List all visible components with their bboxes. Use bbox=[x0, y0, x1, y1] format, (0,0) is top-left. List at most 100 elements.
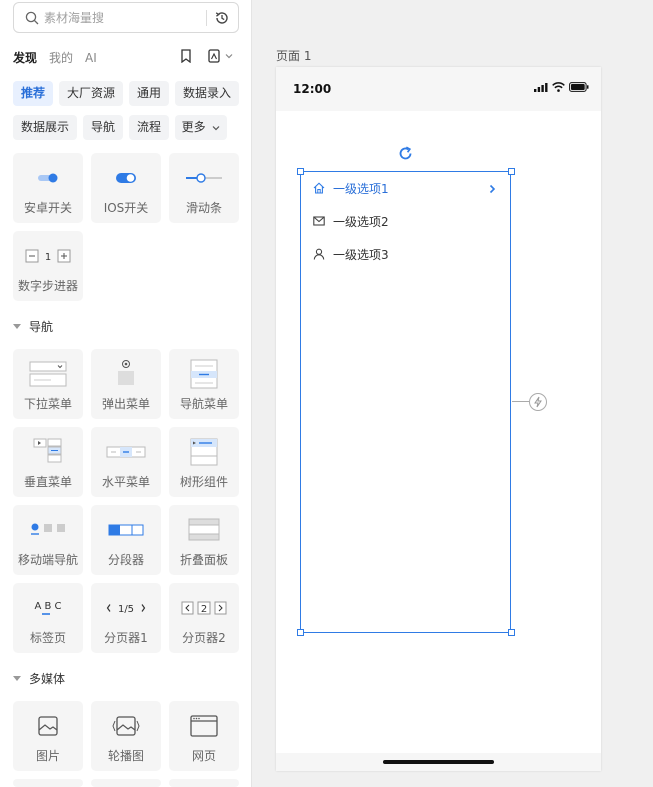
component-card-android-switch[interactable]: 安卓开关 bbox=[13, 153, 83, 223]
mobile-nav-icon bbox=[31, 523, 65, 535]
card-label: 弹出菜单 bbox=[101, 397, 150, 411]
component-card-pagination-1[interactable]: 1/5 分页器1 bbox=[91, 583, 161, 653]
card-label: 移动端导航 bbox=[17, 553, 78, 567]
card-label: 分段器 bbox=[107, 553, 144, 567]
component-card-slider[interactable]: 滑动条 bbox=[169, 153, 239, 223]
card-label: 折叠面板 bbox=[179, 553, 228, 567]
card-label: 分页器2 bbox=[182, 631, 226, 645]
wifi-icon bbox=[552, 82, 565, 92]
card-label: 标签页 bbox=[29, 631, 66, 645]
component-panel: 发现 我的 AI 推荐 大厂资源 通用 数据录入 数据展示 导航 流程 更多 安… bbox=[0, 0, 252, 787]
interaction-trigger[interactable] bbox=[529, 393, 547, 411]
tab-ai[interactable]: AI bbox=[85, 51, 97, 65]
interaction-connector-line bbox=[512, 401, 529, 402]
card-label: 导航菜单 bbox=[179, 397, 228, 411]
pagination-icon: 1/5 bbox=[106, 604, 146, 615]
tabs-thumb-text: A B C bbox=[34, 601, 61, 612]
menu-item-option-2[interactable]: 一级选项2 bbox=[313, 212, 389, 230]
page-title[interactable]: 页面 1 bbox=[276, 47, 311, 64]
bookmark-icon[interactable] bbox=[180, 49, 192, 63]
menu-item-option-1[interactable]: 一级选项1 bbox=[313, 179, 389, 197]
card-label: 水平菜单 bbox=[101, 475, 150, 489]
menu-item-option-3[interactable]: 一级选项3 bbox=[313, 245, 389, 263]
tag-flow[interactable]: 流程 bbox=[129, 115, 169, 140]
component-card-tabs[interactable]: A B C 标签页 bbox=[13, 583, 83, 653]
resize-handle-bottom-right[interactable] bbox=[508, 629, 515, 636]
resize-handle-top-right[interactable] bbox=[508, 168, 515, 175]
search-box[interactable] bbox=[13, 2, 239, 33]
tag-general[interactable]: 通用 bbox=[129, 81, 169, 106]
component-card-partial[interactable] bbox=[13, 779, 83, 787]
lightning-icon bbox=[534, 396, 542, 408]
tab-mine[interactable]: 我的 bbox=[49, 49, 73, 66]
chevron-right-icon bbox=[489, 184, 496, 194]
slider-icon bbox=[186, 173, 222, 183]
component-card-dropdown-menu[interactable]: 下拉菜单 bbox=[13, 349, 83, 419]
menu-item-label: 一级选项3 bbox=[333, 247, 389, 262]
component-card-number-stepper[interactable]: 1 数字步进器 bbox=[13, 231, 83, 301]
tag-recommend[interactable]: 推荐 bbox=[13, 81, 53, 106]
tag-data-display[interactable]: 数据展示 bbox=[13, 115, 77, 140]
component-card-nav-menu[interactable]: 导航菜单 bbox=[169, 349, 239, 419]
tabs-icon: A B C bbox=[34, 601, 62, 615]
battery-icon bbox=[569, 82, 589, 92]
tag-more-label: 更多 bbox=[181, 120, 206, 134]
signal-icon bbox=[534, 82, 548, 92]
nav-menu-icon bbox=[190, 359, 218, 389]
segmented-control-icon bbox=[108, 524, 144, 536]
carousel-icon bbox=[112, 716, 140, 736]
component-card-pagination-2[interactable]: 2 分页器2 bbox=[169, 583, 239, 653]
history-icon[interactable] bbox=[214, 10, 230, 26]
section-header-navigation[interactable]: 导航 bbox=[13, 318, 53, 335]
tag-more[interactable]: 更多 bbox=[175, 115, 227, 140]
component-card-ios-switch[interactable]: IOS开关 bbox=[91, 153, 161, 223]
component-card-vertical-menu[interactable]: 垂直菜单 bbox=[13, 427, 83, 497]
tree-component-icon bbox=[190, 438, 218, 466]
tag-navigation[interactable]: 导航 bbox=[83, 115, 123, 140]
vertical-menu-component[interactable]: 一级选项1 一级选项2 一级选项3 bbox=[300, 171, 511, 633]
pagination-thumb-text: 1/5 bbox=[118, 604, 134, 615]
library-icon[interactable] bbox=[208, 49, 220, 63]
search-divider bbox=[206, 10, 207, 26]
card-label: 网页 bbox=[191, 749, 216, 763]
component-card-webpage[interactable]: 网页 bbox=[169, 701, 239, 771]
component-card-tree-component[interactable]: 树形组件 bbox=[169, 427, 239, 497]
vertical-menu-icon bbox=[33, 438, 62, 463]
component-card-partial[interactable] bbox=[169, 779, 239, 787]
card-label: 轮播图 bbox=[107, 749, 144, 763]
section-header-multimedia[interactable]: 多媒体 bbox=[13, 670, 65, 687]
menu-item-label: 一级选项2 bbox=[333, 214, 389, 229]
number-stepper-icon: 1 bbox=[13, 241, 83, 271]
tag-data-entry[interactable]: 数据录入 bbox=[175, 81, 239, 106]
component-card-collapse-panel[interactable]: 折叠面板 bbox=[169, 505, 239, 575]
card-label: 下拉菜单 bbox=[23, 397, 72, 411]
component-card-popup-menu[interactable]: 弹出菜单 bbox=[91, 349, 161, 419]
tab-discover[interactable]: 发现 bbox=[13, 49, 37, 66]
rotate-icon[interactable] bbox=[398, 146, 413, 161]
home-icon bbox=[313, 182, 325, 194]
pagination-icon: 2 bbox=[181, 601, 227, 615]
stepper-value: 1 bbox=[45, 252, 51, 263]
search-input[interactable] bbox=[44, 10, 194, 25]
status-bar: 12:00 bbox=[276, 67, 601, 111]
card-label: IOS开关 bbox=[103, 201, 149, 215]
component-card-segmented-control[interactable]: 分段器 bbox=[91, 505, 161, 575]
component-card-partial[interactable] bbox=[91, 779, 161, 787]
webpage-icon bbox=[190, 715, 218, 737]
card-label: 滑动条 bbox=[185, 201, 222, 215]
collapse-triangle-icon bbox=[13, 324, 21, 329]
panel-tabs: 发现 我的 AI bbox=[13, 49, 109, 66]
android-switch-icon bbox=[38, 173, 58, 183]
ios-switch-icon bbox=[116, 173, 136, 183]
chevron-down-icon[interactable] bbox=[225, 53, 233, 59]
component-card-carousel[interactable]: 轮播图 bbox=[91, 701, 161, 771]
horizontal-menu-icon bbox=[106, 446, 146, 458]
tag-big-company[interactable]: 大厂资源 bbox=[59, 81, 123, 106]
tab-tools bbox=[180, 49, 233, 63]
resize-handle-top-left[interactable] bbox=[297, 168, 304, 175]
component-card-mobile-nav[interactable]: 移动端导航 bbox=[13, 505, 83, 575]
card-label: 安卓开关 bbox=[23, 201, 72, 215]
component-card-image[interactable]: 图片 bbox=[13, 701, 83, 771]
resize-handle-bottom-left[interactable] bbox=[297, 629, 304, 636]
component-card-horizontal-menu[interactable]: 水平菜单 bbox=[91, 427, 161, 497]
